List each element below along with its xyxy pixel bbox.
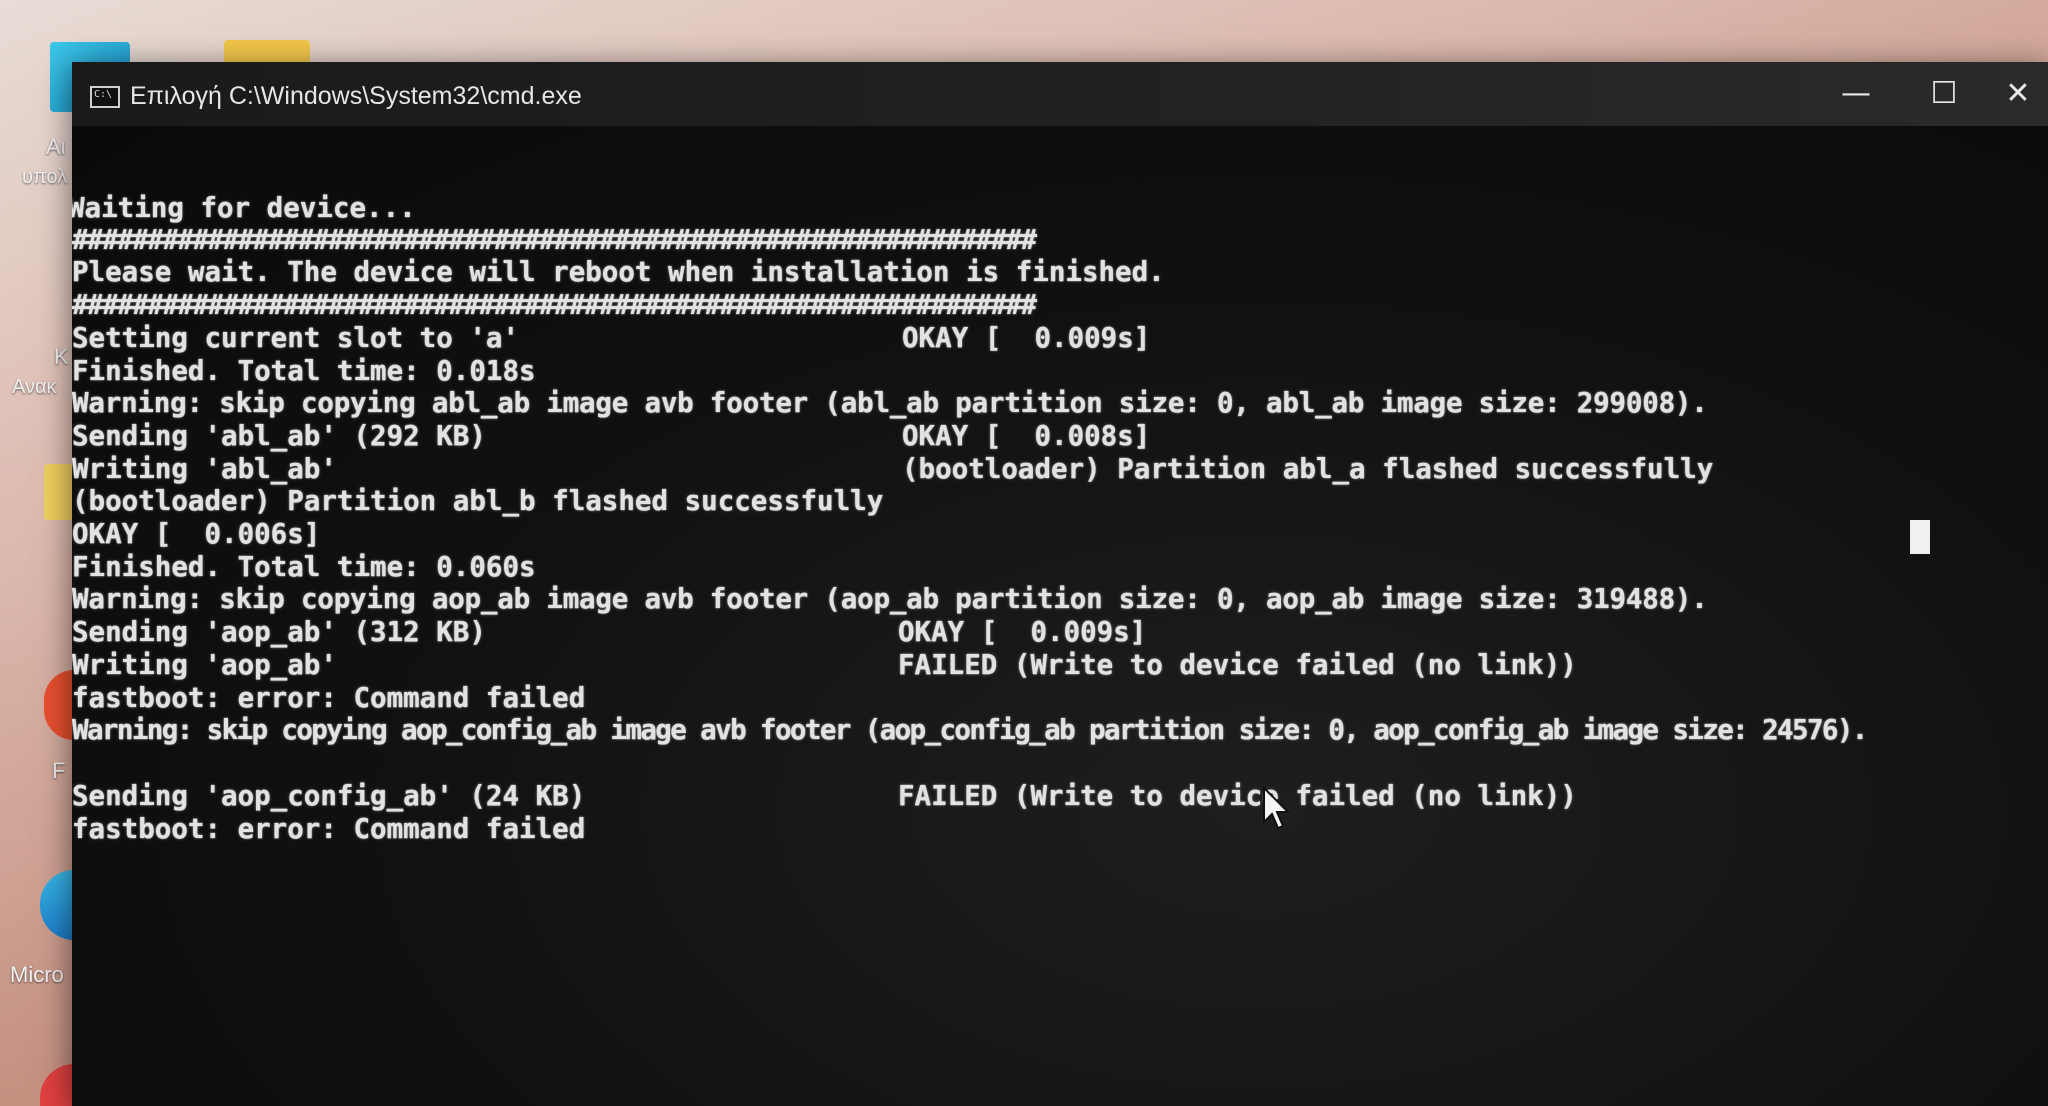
status-okay: OKAY [ 0.008s] bbox=[902, 420, 1151, 452]
desktop-icon-label-6: Micro bbox=[10, 962, 64, 987]
status-bootloader: (bootloader) Partition abl_a flashed suc… bbox=[902, 453, 1714, 485]
desktop-icon-label-3: Κ bbox=[54, 344, 69, 369]
console-line: ########################################… bbox=[72, 289, 1037, 321]
console-line: Finished. Total time: 0.060s bbox=[72, 551, 536, 583]
mouse-pointer-icon bbox=[1263, 786, 1291, 830]
desktop-icon-red[interactable] bbox=[44, 670, 74, 740]
console-line: Warning: skip copying aop_config_ab imag… bbox=[72, 714, 1868, 746]
console-line: (bootloader) Partition abl_b flashed suc… bbox=[72, 485, 884, 517]
cmd-icon bbox=[90, 86, 120, 108]
maximize-button[interactable]: ☐ bbox=[1900, 62, 1988, 126]
cmd-window: Επιλογή C:\Windows\System32\cmd.exe — ☐ … bbox=[72, 62, 2048, 1106]
console-line: OKAY [ 0.006s] bbox=[72, 518, 321, 550]
console-line: Please wait. The device will reboot when… bbox=[72, 256, 1165, 288]
status-failed: FAILED (Write to device failed (no link)… bbox=[898, 649, 1577, 681]
console-line: fastboot: error: Command failed bbox=[72, 682, 586, 714]
status-failed: FAILED (Write to device failed (no link)… bbox=[898, 780, 1577, 812]
console-line: Writing 'abl_ab' bbox=[72, 453, 337, 485]
console-line: Sending 'aop_config_ab' (24 KB) bbox=[72, 780, 586, 812]
status-okay: OKAY [ 0.009s] bbox=[898, 616, 1147, 648]
status-okay: OKAY [ 0.009s] bbox=[902, 322, 1151, 354]
console-line: Sending 'abl_ab' (292 KB) bbox=[72, 420, 486, 452]
desktop-icon-label-5: F bbox=[52, 758, 66, 783]
minimize-button[interactable]: — bbox=[1812, 62, 1900, 126]
console-output[interactable]: Waiting for device... ##################… bbox=[72, 126, 2048, 1106]
console-line: Finished. Total time: 0.018s bbox=[72, 355, 536, 387]
console-line: Setting current slot to 'a' bbox=[72, 322, 520, 354]
console-line: Warning: skip copying aop_ab image avb f… bbox=[72, 583, 1708, 615]
desktop-icon-yellow[interactable] bbox=[44, 464, 74, 520]
title-bar[interactable]: Επιλογή C:\Windows\System32\cmd.exe — ☐ … bbox=[72, 62, 2048, 126]
window-title: Επιλογή C:\Windows\System32\cmd.exe bbox=[130, 82, 582, 110]
desktop-icon-label-4: Ανακ bbox=[12, 376, 57, 398]
chrome-icon[interactable] bbox=[40, 1064, 74, 1106]
console-line: Writing 'aop_ab' bbox=[72, 649, 337, 681]
desktop: Αι υπολ Κ Ανακ F Micro Επιλογή C:\Window… bbox=[0, 0, 2048, 1106]
console-line: Sending 'aop_ab' (312 KB) bbox=[72, 616, 486, 648]
close-button[interactable]: ✕ bbox=[1988, 62, 2048, 126]
text-cursor bbox=[1910, 520, 1930, 554]
console-line: ########################################… bbox=[72, 224, 1037, 256]
console-line: Warning: skip copying abl_ab image avb f… bbox=[72, 387, 1708, 419]
console-line: Waiting for device... bbox=[72, 192, 416, 224]
edge-icon[interactable] bbox=[40, 870, 74, 940]
desktop-icon-label-1: Αι bbox=[46, 134, 66, 159]
console-line: fastboot: error: Command failed bbox=[72, 813, 586, 845]
desktop-icon-label-2: υπολ bbox=[22, 166, 68, 188]
